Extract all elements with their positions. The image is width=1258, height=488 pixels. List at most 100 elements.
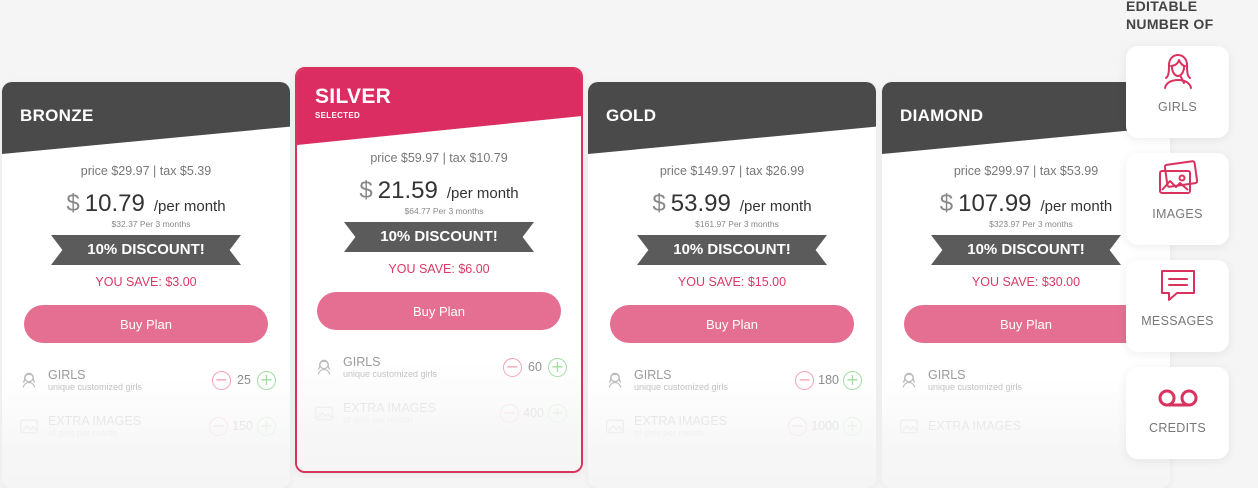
decrement-button[interactable]: − <box>500 403 520 423</box>
increment-button[interactable]: + <box>843 370 862 390</box>
price-total: $64.77 Per 3 months <box>404 206 484 216</box>
plan-name: BRONZE <box>20 106 94 125</box>
girl-icon <box>896 367 922 393</box>
feature-title: GIRLS <box>343 355 381 369</box>
per-month-label: /per month <box>739 198 812 215</box>
you-save-text: YOU SAVE: $15.00 <box>677 275 787 289</box>
buy-plan-button[interactable]: Buy Plan <box>904 305 1148 343</box>
quantity-stepper: − 60 + <box>503 357 567 377</box>
increment-button[interactable]: + <box>548 357 567 377</box>
discount-ribbon: 10% DISCOUNT! <box>931 235 1121 265</box>
monthly-price: $ 10.79 /per month <box>2 190 290 218</box>
per-month-label: /per month <box>446 185 519 202</box>
feature-subtitle: of girls per month <box>634 428 704 438</box>
feature-title: GIRLS <box>634 368 672 382</box>
feature-title: EXTRA IMAGES <box>48 414 142 428</box>
currency-symbol: $ <box>359 177 373 204</box>
images-icon <box>1126 153 1229 203</box>
feature-title: EXTRA IMAGES <box>634 414 728 428</box>
buy-plan-button[interactable]: Buy Plan <box>24 305 268 343</box>
images-icon <box>602 413 628 439</box>
discount-ribbon: 10% DISCOUNT! <box>637 235 827 265</box>
feature-title: GIRLS <box>928 368 966 382</box>
editable-number-title: EDITABLE NUMBER OF <box>1126 0 1213 33</box>
plan-name: GOLD <box>606 106 657 125</box>
feature-subtitle: unique customized girls <box>928 382 1023 392</box>
decrement-button[interactable]: − <box>212 370 231 390</box>
stepper-value: 400 <box>523 406 544 420</box>
tile-credits[interactable]: CREDITS <box>1126 367 1229 459</box>
price-amount: 53.99 <box>670 190 731 217</box>
feature-title: EXTRA IMAGES <box>928 419 1022 433</box>
increment-button[interactable]: + <box>257 416 276 436</box>
editable-title-line: NUMBER OF <box>1126 16 1214 32</box>
stepper-value: 180 <box>818 373 839 387</box>
per-month-label: /per month <box>1040 198 1113 215</box>
decrement-button[interactable]: − <box>795 370 815 390</box>
tile-label: GIRLS <box>1157 100 1197 114</box>
plan-header: SILVER SELECTED <box>297 69 581 145</box>
feature-extra-images: EXTRA IMAGES of girls per month − 400 + <box>297 390 581 436</box>
feature-girls: GIRLS unique customized girls − 180 + <box>588 357 876 403</box>
plan-card-bronze: BRONZE price $29.97 | tax $5.39 $ 10.79 … <box>2 82 290 488</box>
selected-label: SELECTED <box>315 111 361 120</box>
tile-messages[interactable]: MESSAGES <box>1126 260 1229 352</box>
discount-ribbon: 10% DISCOUNT! <box>51 235 241 265</box>
increment-button[interactable]: + <box>257 370 276 390</box>
feature-subtitle: of girls per month <box>48 428 118 438</box>
price-total: $32.37 Per 3 months <box>111 219 191 229</box>
tile-label: IMAGES <box>1152 207 1203 221</box>
plan-header: BRONZE <box>2 82 290 154</box>
you-save-text: YOU SAVE: $6.00 <box>388 262 490 276</box>
price-tax: price $29.97 | tax $5.39 <box>80 164 212 178</box>
quantity-stepper: − 1000 + <box>788 416 862 436</box>
price-amount: 10.79 <box>84 190 145 217</box>
monthly-price: $ 21.59 /per month <box>297 177 581 205</box>
price-tax: price $149.97 | tax $26.99 <box>659 164 805 178</box>
tile-label: MESSAGES <box>1141 314 1214 328</box>
increment-button[interactable]: + <box>843 416 862 436</box>
buy-plan-button[interactable]: Buy Plan <box>317 292 561 330</box>
increment-button[interactable]: + <box>548 403 567 423</box>
feature-girls: GIRLS unique customized girls − 60 + <box>297 344 581 390</box>
feature-title: EXTRA IMAGES <box>343 401 437 415</box>
images-icon <box>311 400 337 426</box>
currency-symbol: $ <box>66 190 80 217</box>
currency-symbol: $ <box>652 190 666 217</box>
feature-girls: GIRLS unique customized girls − 25 + <box>2 357 290 403</box>
tile-label: CREDITS <box>1149 421 1206 435</box>
price-tax: price $59.97 | tax $10.79 <box>370 151 508 165</box>
voicemail-icon <box>1126 367 1229 417</box>
quantity-stepper: − 400 + <box>500 403 567 423</box>
images-icon <box>16 413 42 439</box>
feature-subtitle: unique customized girls <box>634 382 729 392</box>
feature-extra-images: EXTRA IMAGES of girls per month − 1000 + <box>588 403 876 449</box>
message-icon <box>1126 260 1229 310</box>
tile-girls[interactable]: GIRLS <box>1126 46 1229 138</box>
feature-subtitle: unique customized girls <box>48 382 143 392</box>
currency-symbol: $ <box>939 190 954 217</box>
quantity-stepper: − 180 + <box>795 370 862 390</box>
girl-icon <box>602 367 628 393</box>
plan-name: SILVER <box>315 85 392 108</box>
stepper-value: 1000 <box>811 419 839 433</box>
you-save-text: YOU SAVE: $3.00 <box>95 275 197 289</box>
plan-header: GOLD <box>588 82 876 154</box>
buy-plan-button[interactable]: Buy Plan <box>610 305 854 343</box>
tile-images[interactable]: IMAGES <box>1126 153 1229 245</box>
editable-title-line: EDITABLE <box>1126 0 1198 14</box>
stepper-value: 60 <box>528 360 542 374</box>
decrement-button[interactable]: − <box>503 357 522 377</box>
feature-title: GIRLS <box>48 368 86 382</box>
plan-card-silver: SILVER SELECTED price $59.97 | tax $10.7… <box>295 67 583 473</box>
decrement-button[interactable]: − <box>788 416 808 436</box>
feature-extra-images: EXTRA IMAGES of girls per month − 150 + <box>2 403 290 449</box>
girl-icon <box>311 354 337 380</box>
quantity-stepper: − 25 + <box>212 370 276 390</box>
decrement-button[interactable]: − <box>209 416 229 436</box>
images-icon <box>896 413 922 439</box>
quantity-stepper: − 150 + <box>209 416 276 436</box>
feature-subtitle: of girls per month <box>343 415 413 425</box>
price-amount: 107.99 <box>958 190 1032 217</box>
stepper-value: 25 <box>237 373 251 387</box>
